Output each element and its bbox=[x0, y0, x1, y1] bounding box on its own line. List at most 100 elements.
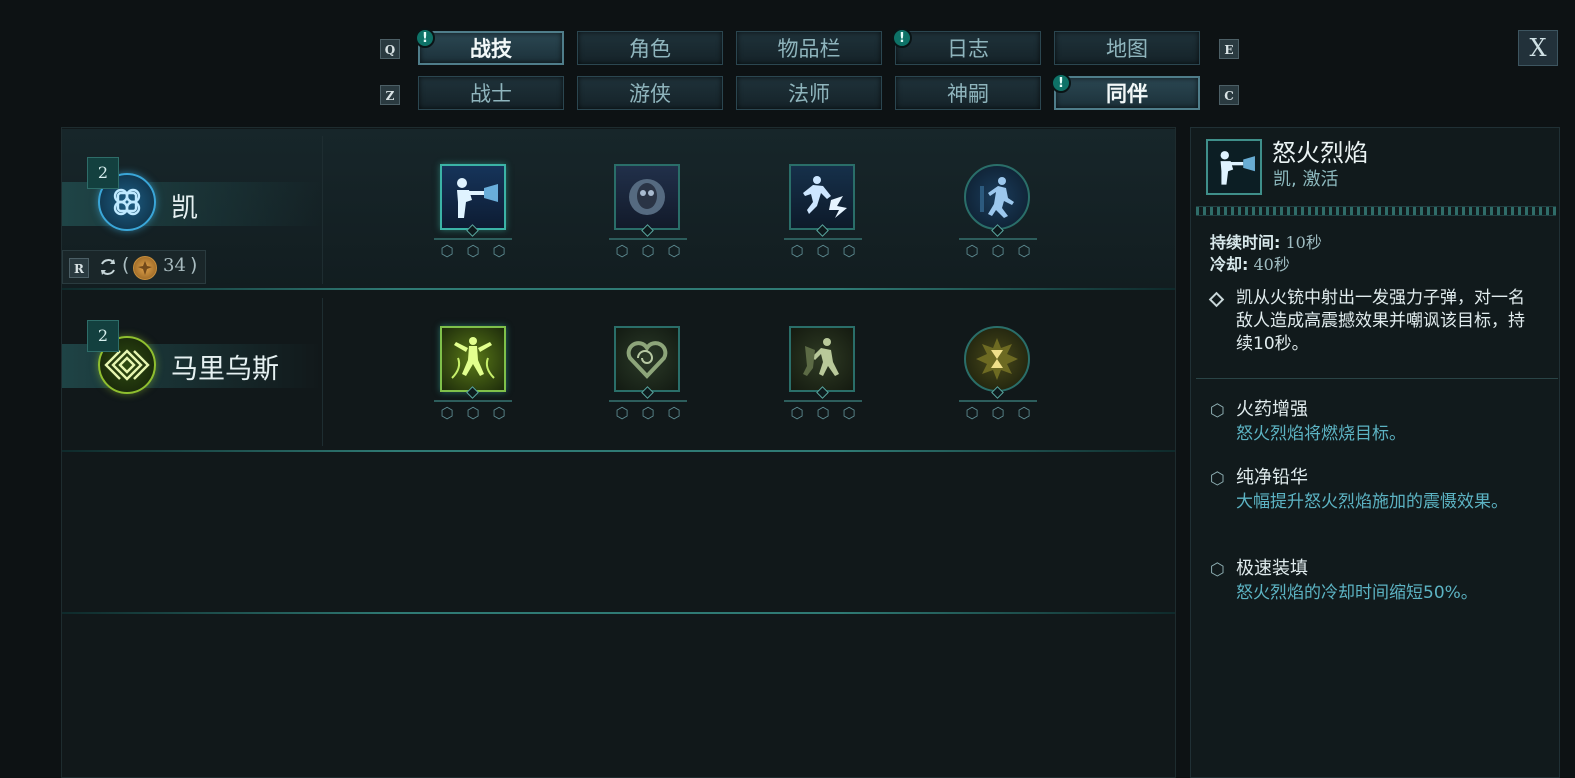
upgrade-pips: ⬡ ⬡ ⬡ bbox=[784, 244, 862, 259]
level-badge: 2 bbox=[87, 157, 119, 189]
runner-icon[interactable] bbox=[964, 164, 1030, 230]
upgrade-pip-icon: ⬡ bbox=[641, 404, 655, 422]
charging-figure-icon[interactable] bbox=[789, 326, 855, 392]
c-key-hint: C bbox=[1219, 85, 1239, 105]
upgrade-pip-icon: ⬡ bbox=[790, 242, 804, 260]
ability-description: 凯从火铳中射出一发强力子弹，对一名敌人造成高震撼效果并嘲讽该目标，持续10秒。 bbox=[1236, 288, 1525, 354]
tab-warrior[interactable]: 战士 bbox=[418, 76, 564, 110]
upgrade-pip-icon: ⬡ bbox=[842, 242, 856, 260]
duration-value: 10秒 bbox=[1285, 233, 1322, 252]
alert-icon: ! bbox=[1051, 73, 1071, 93]
upgrade-description: 怒火烈焰的冷却时间缩短50%。 bbox=[1236, 583, 1478, 603]
tab-map[interactable]: 地图 bbox=[1054, 31, 1200, 65]
upgrade-description: 怒火烈焰将燃烧目标。 bbox=[1236, 424, 1406, 444]
upgrade-name[interactable]: 火药增强 bbox=[1236, 395, 1308, 421]
upgrade-pip-icon: ⬡ bbox=[466, 404, 480, 422]
upgrade-pip-icon: ⬡ bbox=[816, 242, 830, 260]
upgrade-pip-icon: ⬡ bbox=[965, 404, 979, 422]
paren-open: ( bbox=[122, 254, 130, 276]
duration-stat: 持续时间: 10秒 bbox=[1210, 229, 1322, 253]
tab-combat-skills[interactable]: 战技 bbox=[418, 31, 564, 65]
level-badge: 2 bbox=[87, 320, 119, 352]
upgrade-pip-icon: ⬡ bbox=[667, 404, 681, 422]
upgrade-pip-icon: ⬡ bbox=[1017, 404, 1031, 422]
column-divider bbox=[322, 298, 323, 446]
ability-title: 怒火烈焰 bbox=[1272, 139, 1368, 167]
hourglass-burst-icon[interactable] bbox=[964, 326, 1030, 392]
character-name: 马里乌斯 bbox=[171, 354, 279, 385]
vine-figure-icon[interactable] bbox=[440, 326, 506, 392]
tab-companions[interactable]: 同伴 bbox=[1054, 76, 1200, 110]
upgrade-hex-icon: ⬡ bbox=[1210, 401, 1225, 421]
upgrade-pips: ⬡ ⬡ ⬡ bbox=[959, 406, 1037, 421]
upgrade-pips: ⬡ ⬡ ⬡ bbox=[959, 244, 1037, 259]
tab-godborn[interactable]: 神嗣 bbox=[895, 76, 1041, 110]
upgrade-name[interactable]: 极速装填 bbox=[1236, 554, 1308, 580]
upgrade-pip-icon: ⬡ bbox=[991, 404, 1005, 422]
alert-icon: ! bbox=[892, 28, 912, 48]
upgrade-pip-icon: ⬡ bbox=[842, 404, 856, 422]
upgrade-pip-icon: ⬡ bbox=[965, 242, 979, 260]
slot-baseline bbox=[959, 400, 1037, 402]
tab-journal[interactable]: 日志 bbox=[895, 31, 1041, 65]
respec-icon[interactable] bbox=[97, 256, 119, 278]
alert-icon: ! bbox=[415, 28, 435, 48]
upgrade-pip-icon: ⬡ bbox=[1017, 242, 1031, 260]
slot-baseline bbox=[959, 238, 1037, 240]
slot-baseline bbox=[609, 400, 687, 402]
ability-subtitle: 凯, 激活 bbox=[1273, 169, 1339, 190]
upgrade-pip-icon: ⬡ bbox=[816, 404, 830, 422]
slot-baseline bbox=[784, 238, 862, 240]
e-key-hint: E bbox=[1219, 39, 1239, 59]
tab-mage[interactable]: 法师 bbox=[736, 76, 882, 110]
slot-baseline bbox=[434, 400, 512, 402]
resource-count: 34 bbox=[163, 255, 186, 276]
slot-baseline bbox=[784, 400, 862, 402]
divider bbox=[1196, 378, 1558, 379]
fire-shot-icon bbox=[1206, 139, 1262, 195]
upgrade-pips: ⬡ ⬡ ⬡ bbox=[434, 406, 512, 421]
upgrade-pip-icon: ⬡ bbox=[991, 242, 1005, 260]
upgrade-pips: ⬡ ⬡ ⬡ bbox=[784, 406, 862, 421]
row-divider bbox=[62, 450, 1175, 452]
z-key-hint: Z bbox=[380, 85, 400, 105]
tab-character[interactable]: 角色 bbox=[577, 31, 723, 65]
fire-shot-icon[interactable] bbox=[440, 164, 506, 230]
skull-mask-icon[interactable] bbox=[614, 164, 680, 230]
r-key-hint: R bbox=[69, 258, 89, 278]
upgrade-pip-icon: ⬡ bbox=[641, 242, 655, 260]
heart-spiral-icon[interactable] bbox=[614, 326, 680, 392]
ornamental-divider bbox=[1196, 206, 1556, 216]
tab-inventory[interactable]: 物品栏 bbox=[736, 31, 882, 65]
row-divider bbox=[62, 612, 1175, 614]
upgrade-pip-icon: ⬡ bbox=[492, 404, 506, 422]
upgrade-hex-icon: ⬡ bbox=[1210, 469, 1225, 489]
slot-baseline bbox=[609, 238, 687, 240]
close-button[interactable]: X bbox=[1518, 30, 1558, 66]
upgrade-pip-icon: ⬡ bbox=[492, 242, 506, 260]
cooldown-label: 冷却: bbox=[1210, 255, 1249, 274]
upgrade-pip-icon: ⬡ bbox=[667, 242, 681, 260]
tab-ranger[interactable]: 游侠 bbox=[577, 76, 723, 110]
upgrade-pip-icon: ⬡ bbox=[440, 242, 454, 260]
ability-detail-panel bbox=[1190, 127, 1560, 778]
column-divider bbox=[322, 136, 323, 284]
cooldown-value: 40秒 bbox=[1253, 255, 1290, 274]
duration-label: 持续时间: bbox=[1210, 233, 1281, 252]
upgrade-pip-icon: ⬡ bbox=[440, 404, 454, 422]
upgrade-pip-icon: ⬡ bbox=[615, 242, 629, 260]
upgrade-pips: ⬡ ⬡ ⬡ bbox=[609, 244, 687, 259]
upgrade-pip-icon: ⬡ bbox=[466, 242, 480, 260]
upgrade-pips: ⬡ ⬡ ⬡ bbox=[434, 244, 512, 259]
coin-icon bbox=[133, 256, 157, 280]
q-key-hint: Q bbox=[380, 39, 400, 59]
character-name: 凯 bbox=[171, 193, 198, 224]
upgrade-pip-icon: ⬡ bbox=[790, 404, 804, 422]
paren-close: ) bbox=[190, 254, 198, 276]
upgrade-description: 大幅提升怒火烈焰施加的震慑效果。 bbox=[1236, 492, 1508, 512]
lightning-dash-icon[interactable] bbox=[789, 164, 855, 230]
slot-baseline bbox=[434, 238, 512, 240]
upgrade-name[interactable]: 纯净铅华 bbox=[1236, 463, 1308, 489]
upgrade-pip-icon: ⬡ bbox=[615, 404, 629, 422]
upgrade-pips: ⬡ ⬡ ⬡ bbox=[609, 406, 687, 421]
